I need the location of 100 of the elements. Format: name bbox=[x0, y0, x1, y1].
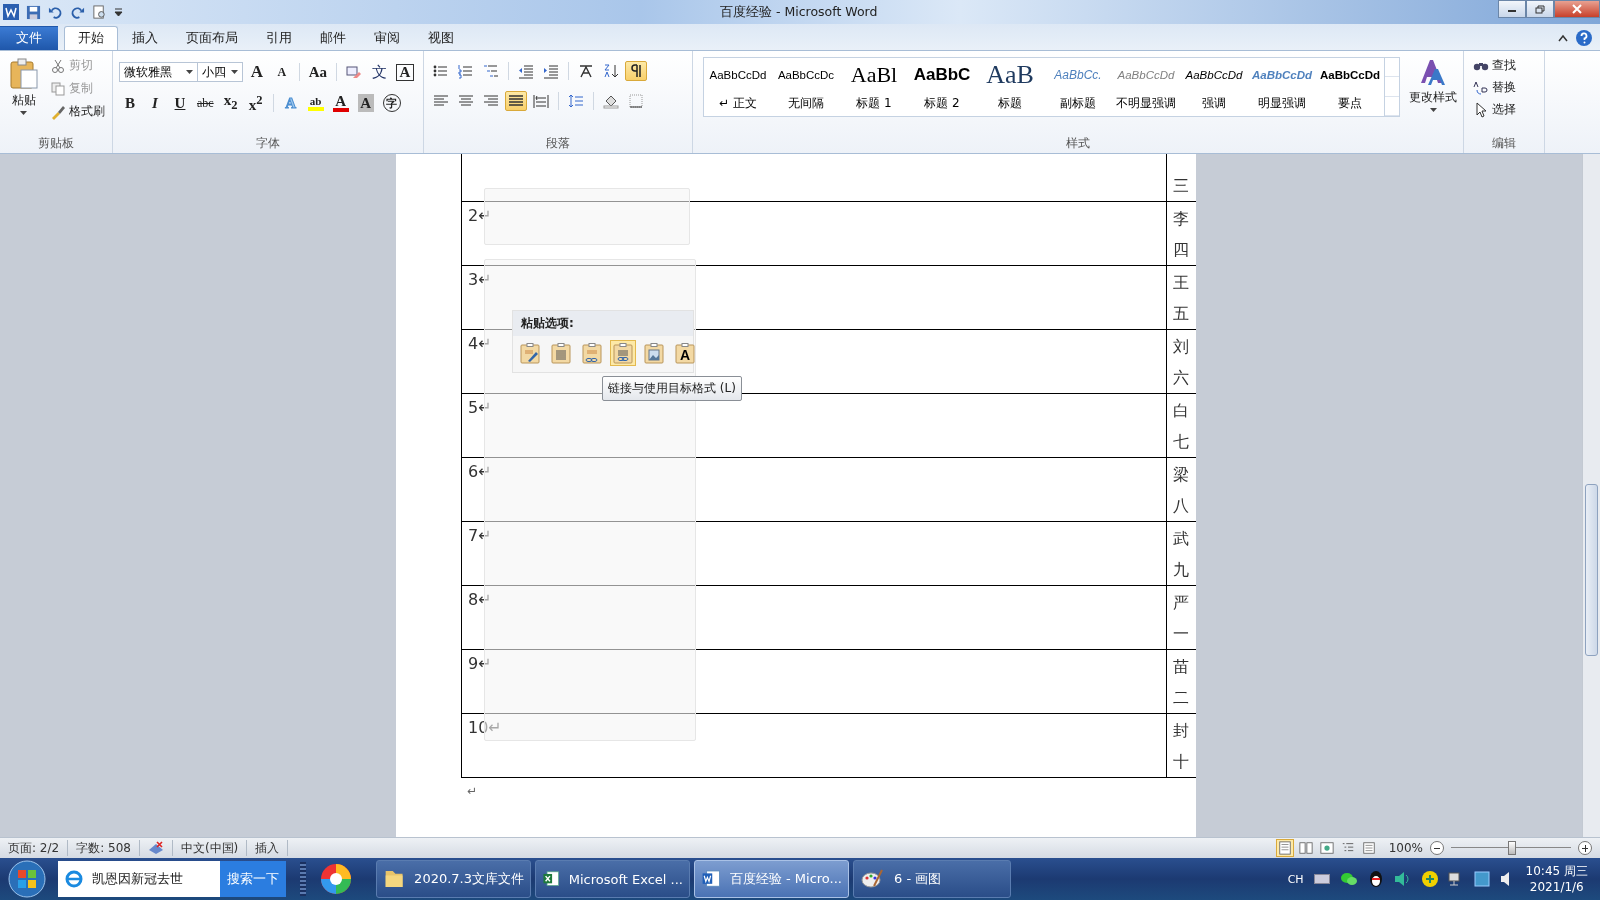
shrink-button[interactable]: A bbox=[270, 61, 293, 83]
search-input[interactable]: 凯恩因新冠去世 bbox=[90, 870, 214, 888]
name-text: 三 bbox=[1173, 175, 1189, 197]
paste-button[interactable]: 粘贴 bbox=[4, 55, 43, 135]
border-button[interactable]: A bbox=[393, 61, 417, 83]
toolbar-grip[interactable] bbox=[300, 862, 306, 896]
collapse-ribbon-icon[interactable] bbox=[1558, 34, 1568, 42]
taskbar-button[interactable]: 6 - 画图 bbox=[853, 860, 1011, 898]
asian-layout-icon bbox=[578, 63, 594, 79]
search-field[interactable]: 凯恩因新冠去世 bbox=[58, 861, 220, 897]
group-label: 样式 bbox=[1065, 135, 1091, 152]
strike-button[interactable]: abc bbox=[194, 91, 217, 114]
paste-option-button[interactable] bbox=[579, 340, 605, 366]
search-button[interactable]: 搜索一下 bbox=[220, 861, 286, 897]
taskbar-button[interactable]: 百度经验 - Micro... bbox=[694, 860, 849, 898]
print-preview-icon[interactable] bbox=[92, 4, 107, 20]
input-language[interactable]: CH bbox=[1287, 872, 1304, 886]
bold-button[interactable]: B bbox=[119, 91, 141, 114]
font-size-field[interactable]: 小四 bbox=[197, 62, 243, 82]
phonetic-button[interactable]: 文 bbox=[368, 61, 390, 83]
color-wheel-icon[interactable] bbox=[320, 863, 352, 895]
style-preset[interactable]: AaBbCcDd 要点 bbox=[1316, 58, 1384, 114]
plus-circle-icon[interactable] bbox=[1421, 871, 1438, 887]
row-number: 10↵ bbox=[468, 718, 502, 737]
clock-time[interactable]: 10:45 周三 bbox=[1525, 863, 1588, 879]
penguin-icon[interactable] bbox=[1367, 870, 1384, 888]
vertical-scrollbar[interactable] bbox=[1582, 154, 1600, 837]
paste-option-button[interactable] bbox=[548, 340, 574, 366]
italic-button[interactable]: I bbox=[144, 91, 166, 114]
subscript-button[interactable]: x$_{2}$ bbox=[219, 89, 242, 116]
ribbon-tab[interactable]: 文件 bbox=[0, 26, 58, 50]
style-preset[interactable]: AaBbCcDd 不明显强调 bbox=[1112, 58, 1180, 114]
ribbon-tab[interactable]: 视图 bbox=[414, 26, 468, 50]
ribbon-tab[interactable]: 邮件 bbox=[306, 26, 360, 50]
style-preset[interactable]: AaBl 标题 1 bbox=[840, 58, 908, 114]
style-preset[interactable]: AaBbCcDd ↵ 正文 bbox=[704, 58, 772, 114]
replace-button[interactable]: 替换 bbox=[1470, 77, 1538, 98]
paste-option-button[interactable] bbox=[610, 340, 636, 366]
font-name-field[interactable]: 微软雅黑 bbox=[119, 62, 199, 82]
customize-menu-icon[interactable] bbox=[114, 7, 123, 17]
style-preset[interactable]: AaBbCcDd 强调 bbox=[1180, 58, 1248, 114]
change-styles-button[interactable]: 更改样式 bbox=[1406, 55, 1460, 135]
draft-view-icon bbox=[1361, 841, 1376, 855]
dropdown-arrow-icon bbox=[1429, 108, 1437, 112]
underline-button[interactable]: U bbox=[169, 91, 191, 114]
ribbon-tab[interactable]: 开始 bbox=[64, 26, 118, 50]
close-button[interactable] bbox=[1554, 0, 1600, 18]
zoom-level[interactable]: 100% bbox=[1388, 841, 1423, 855]
case-button[interactable]: Aa bbox=[305, 61, 331, 83]
brush-icon bbox=[50, 103, 66, 120]
ribbon-tab[interactable]: 插入 bbox=[118, 26, 172, 50]
chat-bubbles-icon[interactable] bbox=[1339, 871, 1358, 887]
save-icon[interactable] bbox=[26, 4, 41, 20]
fill-icon bbox=[603, 93, 619, 109]
style-preset[interactable]: AaBbCcDc 无间隔 bbox=[772, 58, 840, 114]
restore-button[interactable] bbox=[1526, 0, 1554, 18]
restore-icon bbox=[1535, 4, 1545, 14]
keyboard-icon[interactable] bbox=[1313, 873, 1330, 885]
grow-button[interactable]: A bbox=[245, 61, 268, 83]
dropdown-arrow-icon bbox=[186, 70, 194, 74]
zoom-out-button[interactable] bbox=[1430, 841, 1444, 855]
view-button[interactable] bbox=[1275, 839, 1294, 857]
select-button[interactable]: 选择 bbox=[1470, 99, 1538, 120]
paste-option-button[interactable]: A bbox=[672, 340, 698, 366]
zoom-in-button[interactable] bbox=[1578, 841, 1592, 855]
name-text: 刘六 bbox=[1173, 336, 1189, 389]
ribbon-tab[interactable]: 审阅 bbox=[360, 26, 414, 50]
show-marks-button[interactable] bbox=[625, 61, 647, 81]
clock-date[interactable]: 2021/1/6 bbox=[1529, 879, 1584, 895]
name-text: 严一 bbox=[1173, 592, 1189, 645]
style-preset[interactable]: AaB 标题 bbox=[976, 58, 1044, 114]
paragraph-mark: ↵ bbox=[467, 784, 479, 798]
superscript-button[interactable]: x$^{2}$ bbox=[244, 89, 267, 116]
justify-button[interactable] bbox=[505, 91, 527, 111]
slider-thumb[interactable] bbox=[1508, 841, 1516, 855]
start-button[interactable] bbox=[8, 860, 46, 898]
minimize-button[interactable] bbox=[1498, 0, 1526, 18]
help-icon[interactable] bbox=[1576, 30, 1592, 46]
color-button[interactable]: A bbox=[329, 91, 352, 114]
taskbar-button[interactable]: 2020.7.3文库文件 bbox=[376, 860, 531, 898]
view-button[interactable] bbox=[1317, 839, 1336, 857]
clear-icon bbox=[346, 64, 362, 80]
ribbon-tab[interactable]: 页面布局 bbox=[172, 26, 252, 50]
ribbon-tab[interactable]: 引用 bbox=[252, 26, 306, 50]
replace-icon bbox=[1473, 79, 1489, 96]
paste-option-button[interactable] bbox=[517, 340, 543, 366]
undo-icon[interactable] bbox=[48, 4, 63, 20]
paste-option-button[interactable] bbox=[641, 340, 667, 366]
style-preset[interactable]: AaBbCcDd 明显强调 bbox=[1248, 58, 1316, 114]
brush-button[interactable]: 格式刷 bbox=[47, 101, 108, 122]
style-preset[interactable]: AaBbC 标题 2 bbox=[908, 58, 976, 114]
style-preset[interactable]: AaBbCc. 副标题 bbox=[1044, 58, 1112, 114]
find-button[interactable]: 查找 bbox=[1470, 55, 1538, 76]
taskbar-button[interactable]: Microsoft Excel ... bbox=[535, 860, 690, 898]
close-icon bbox=[1572, 4, 1582, 14]
row-number: 5↵ bbox=[468, 398, 492, 417]
highlight-button[interactable]: ab bbox=[304, 92, 327, 113]
redo-icon[interactable] bbox=[70, 4, 85, 20]
speaker-icon[interactable] bbox=[1393, 871, 1412, 887]
view-button[interactable] bbox=[1296, 839, 1315, 857]
